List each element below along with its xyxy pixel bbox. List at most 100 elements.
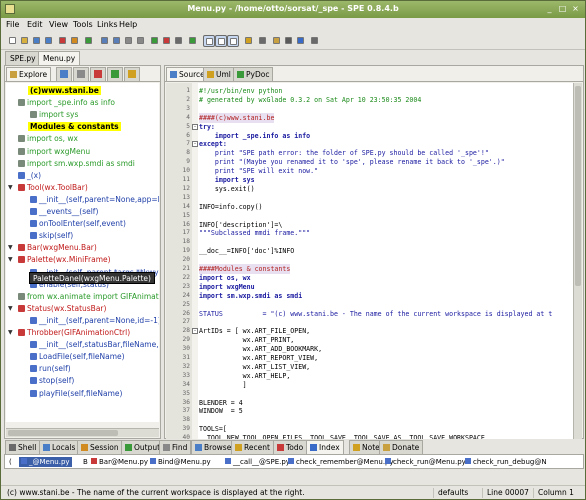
- color-icon[interactable]: [243, 35, 255, 47]
- index-item[interactable]: (: [9, 458, 12, 466]
- fold-marker[interactable]: -: [192, 123, 198, 130]
- tree-horizontal-scrollbar[interactable]: [6, 428, 159, 437]
- open-file-icon[interactable]: [19, 35, 31, 47]
- tree-item[interactable]: import wxgMenu: [18, 146, 90, 158]
- index-item[interactable]: B: [83, 458, 88, 466]
- index-item[interactable]: _@Menu.py: [19, 457, 72, 467]
- minimize-icon[interactable]: _: [544, 4, 555, 15]
- close-icon[interactable]: [57, 35, 69, 47]
- file-tab-menu[interactable]: Menu.py: [38, 51, 81, 65]
- tree-item[interactable]: stop(self): [30, 375, 74, 387]
- bottom-tab-locals[interactable]: Locals: [39, 440, 80, 454]
- new-file-icon[interactable]: [7, 35, 19, 47]
- tree-item[interactable]: Status(wx.StatusBar): [18, 303, 106, 315]
- bottom-tab-find[interactable]: Find: [159, 440, 192, 454]
- check-icon[interactable]: [295, 35, 307, 47]
- bottom-tab-donate[interactable]: Donate: [379, 440, 424, 454]
- tab-pydoc[interactable]: PyDoc: [233, 67, 274, 81]
- tree-item[interactable]: skip(self): [30, 230, 73, 242]
- editor-vertical-scrollbar[interactable]: [573, 83, 582, 439]
- toggle-sidebar-icon[interactable]: [203, 35, 215, 47]
- tree-item[interactable]: _(x): [18, 170, 41, 182]
- tree-item[interactable]: import sys: [30, 109, 78, 121]
- browse-source-icon[interactable]: [111, 35, 123, 47]
- save-icon[interactable]: [31, 35, 43, 47]
- tab-files[interactable]: [56, 67, 72, 81]
- tree-item[interactable]: __init__(self,parent=None,app=N: [30, 194, 159, 206]
- index-item[interactable]: __call__@SPE.py: [225, 458, 290, 466]
- browse-icon[interactable]: [99, 35, 111, 47]
- debug-icon[interactable]: [161, 35, 173, 47]
- bottom-tab-recent[interactable]: Recent: [231, 440, 274, 454]
- toggle-layout-icon[interactable]: [227, 35, 239, 47]
- tree-item[interactable]: import _spe.info as info: [18, 97, 115, 109]
- undo-icon[interactable]: [69, 35, 81, 47]
- file-tab-spe[interactable]: SPE.py: [5, 51, 41, 65]
- scrollbar-thumb[interactable]: [8, 430, 118, 436]
- tree-item[interactable]: run(self): [30, 363, 71, 375]
- tree-item[interactable]: __init__(self,statusBar,fileName,p: [30, 339, 159, 351]
- tree-item[interactable]: from wx.animate import GIFAnimatio: [18, 291, 159, 303]
- tree-expander[interactable]: ▼: [8, 184, 14, 191]
- scrollbar-thumb[interactable]: [575, 86, 581, 286]
- tab-explore[interactable]: Explore: [6, 67, 52, 81]
- code-text[interactable]: #!/usr/bin/env python # generated by wxGl…: [199, 83, 574, 439]
- tab-edit[interactable]: [90, 67, 106, 81]
- index-item[interactable]: Bind@Menu.py: [150, 458, 211, 466]
- import-icon[interactable]: [173, 35, 185, 47]
- save-all-icon[interactable]: [43, 35, 55, 47]
- tree-item[interactable]: (c)www.stani.be: [28, 85, 101, 97]
- menu-help[interactable]: Help: [119, 20, 137, 29]
- refresh-icon[interactable]: [187, 35, 199, 47]
- menu-links[interactable]: Links: [97, 20, 118, 29]
- code-editor[interactable]: 1 2 3 4 5 6 7 8 9 10 11 12 13 14 15 16 17 18 19 20 21 22 23 24 2…: [166, 83, 574, 439]
- redo-icon[interactable]: [83, 35, 95, 47]
- tree-item[interactable]: Throbber(GIFAnimationCtrl): [18, 327, 130, 339]
- title-bar[interactable]: Menu.py - /home/otto/sorsat/_spe - SPE 0…: [1, 1, 585, 18]
- menu-file[interactable]: File: [6, 20, 19, 29]
- tree-item[interactable]: import sm.wxp.smdi as smdi: [18, 158, 135, 170]
- xrced-icon[interactable]: [283, 35, 295, 47]
- menu-view[interactable]: View: [49, 20, 68, 29]
- tree-item[interactable]: Tool(wx.ToolBar): [18, 182, 88, 194]
- bottom-tab-todo[interactable]: Todo: [273, 440, 308, 454]
- tree-item[interactable]: Bar(wxgMenu.Bar): [18, 242, 97, 254]
- maximize-icon[interactable]: □: [557, 4, 568, 15]
- help-icon[interactable]: [309, 35, 321, 47]
- tab-uml[interactable]: [73, 67, 89, 81]
- tree-expander[interactable]: ▼: [8, 257, 14, 263]
- index-item[interactable]: check_remember@Menu.py: [288, 458, 394, 466]
- wxglade-icon[interactable]: [271, 35, 283, 47]
- index-item[interactable]: check_run@Menu.py: [385, 458, 466, 466]
- bottom-tab-session[interactable]: Session: [77, 440, 123, 454]
- tree-item[interactable]: onToolEnter(self,event): [30, 218, 126, 230]
- tree-item[interactable]: __events__(self): [30, 206, 98, 218]
- settings-icon[interactable]: [257, 35, 269, 47]
- bottom-tab-shell[interactable]: Shell: [5, 440, 41, 454]
- menu-tools[interactable]: Tools: [73, 20, 93, 29]
- tab-check[interactable]: [107, 67, 123, 81]
- fold-marker[interactable]: -: [192, 141, 198, 148]
- tab-uml-view[interactable]: Uml: [203, 67, 235, 81]
- tree-expander[interactable]: ▼: [8, 245, 14, 251]
- index-item[interactable]: check_run_debug@N: [465, 458, 547, 466]
- tree-item[interactable]: Modules & constants: [28, 121, 121, 133]
- tree-item[interactable]: __init__(self,parent=None,id=-1): [30, 315, 159, 327]
- index-list[interactable]: ( _@Menu.py B Bar@Menu.py Bind@Menu.py __call…: [4, 454, 584, 469]
- toggle-shell-icon[interactable]: [215, 35, 227, 47]
- close-window-icon[interactable]: ×: [570, 4, 581, 15]
- find-icon[interactable]: [123, 35, 135, 47]
- find-next-icon[interactable]: [135, 35, 147, 47]
- bottom-tab-index[interactable]: Index: [306, 440, 344, 454]
- tree-item[interactable]: LoadFile(self,fileName): [30, 351, 125, 363]
- tree-expander[interactable]: ▼: [8, 305, 14, 312]
- bottom-tab-output[interactable]: Output: [121, 440, 165, 454]
- run-icon[interactable]: [149, 35, 161, 47]
- tree-item[interactable]: import os, wx: [18, 133, 78, 145]
- index-item[interactable]: Bar@Menu.py: [91, 458, 148, 466]
- tab-notes[interactable]: [124, 67, 140, 81]
- explore-tree[interactable]: (c)www.stani.be import _spe.info as info i…: [6, 83, 159, 422]
- tree-item[interactable]: playFile(self,fileName): [30, 388, 122, 400]
- tree-item[interactable]: Palette(wx.MiniFrame): [18, 254, 111, 266]
- tree-expander[interactable]: ▼: [8, 330, 14, 336]
